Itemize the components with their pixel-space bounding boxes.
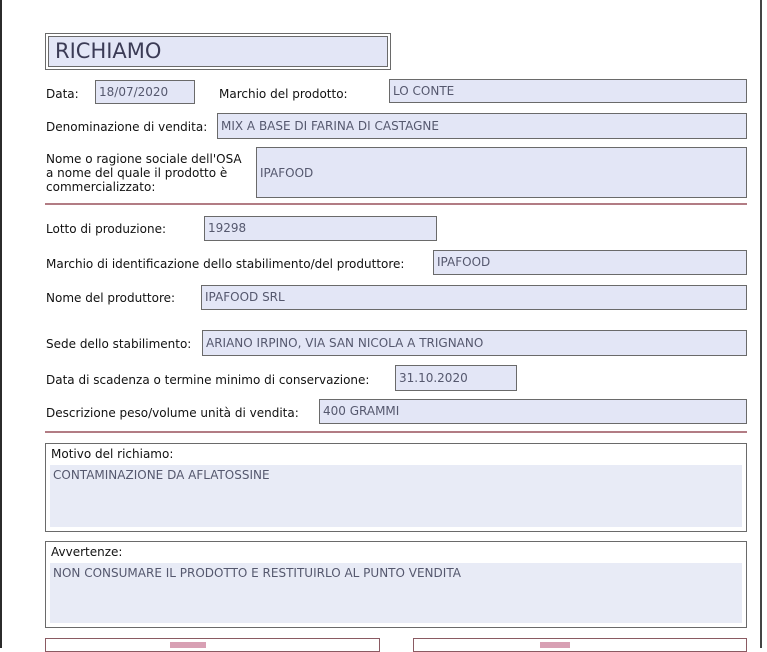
osa-label-line-1: Nome o ragione sociale dell'OSA bbox=[46, 152, 242, 166]
produttore-label: Nome del produttore: bbox=[46, 291, 176, 305]
section-divider bbox=[45, 431, 747, 433]
scadenza-field[interactable]: 31.10.2020 bbox=[395, 365, 517, 391]
avvertenze-box: Avvertenze: NON CONSUMARE IL PRODOTTO E … bbox=[45, 541, 747, 628]
lotto-field[interactable]: 19298 bbox=[204, 216, 437, 241]
denominazione-field[interactable]: MIX A BASE DI FARINA DI CASTAGNE bbox=[217, 113, 747, 139]
osa-label-line-3: commercializzato: bbox=[46, 180, 156, 194]
avvertenze-label: Avvertenze: bbox=[51, 545, 123, 559]
osa-label-line-2: a nome del quale il prodotto è bbox=[46, 166, 228, 180]
peso-label: Descrizione peso/volume unità di vendita… bbox=[46, 406, 299, 420]
sede-field[interactable]: ARIANO IRPINO, VIA SAN NICOLA A TRIGNANO bbox=[202, 330, 747, 356]
bottom-image-fragment bbox=[540, 642, 570, 648]
marchio-id-field[interactable]: IPAFOOD bbox=[433, 250, 747, 275]
bottom-box-left bbox=[45, 638, 380, 652]
osa-field[interactable]: IPAFOOD bbox=[256, 147, 747, 198]
data-field[interactable]: 18/07/2020 bbox=[95, 80, 195, 104]
section-divider bbox=[45, 203, 747, 205]
scadenza-label: Data di scadenza o termine minimo di con… bbox=[46, 373, 370, 387]
motivo-field[interactable]: CONTAMINAZIONE DA AFLATOSSINE bbox=[50, 465, 742, 527]
page-right-border bbox=[760, 0, 762, 648]
peso-field[interactable]: 400 GRAMMI bbox=[319, 399, 747, 424]
denominazione-label: Denominazione di vendita: bbox=[46, 120, 208, 134]
motivo-label: Motivo del richiamo: bbox=[51, 447, 174, 461]
produttore-field[interactable]: IPAFOOD SRL bbox=[201, 285, 747, 310]
marchio-field[interactable]: LO CONTE bbox=[389, 79, 747, 103]
sede-label: Sede dello stabilimento: bbox=[46, 337, 192, 351]
marchio-id-label: Marchio di identificazione dello stabili… bbox=[46, 257, 405, 271]
bottom-image-fragment bbox=[170, 642, 206, 648]
page-title: RICHIAMO bbox=[48, 36, 388, 67]
bottom-box-right bbox=[413, 638, 747, 652]
avvertenze-field[interactable]: NON CONSUMARE IL PRODOTTO E RESTITUIRLO … bbox=[50, 563, 742, 623]
motivo-box: Motivo del richiamo: CONTAMINAZIONE DA A… bbox=[45, 443, 747, 532]
title-box: RICHIAMO bbox=[45, 33, 391, 70]
marchio-label: Marchio del prodotto: bbox=[219, 87, 348, 101]
lotto-label: Lotto di produzione: bbox=[46, 222, 167, 236]
data-label: Data: bbox=[46, 87, 79, 101]
page-left-border bbox=[0, 0, 2, 648]
